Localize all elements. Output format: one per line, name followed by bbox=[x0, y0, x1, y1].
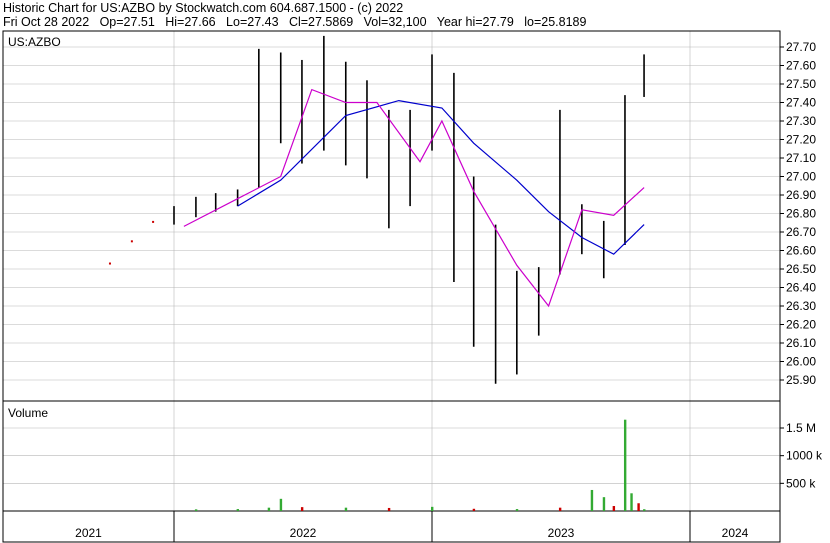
volume-bar bbox=[558, 507, 562, 511]
moving-average-short-line bbox=[183, 88, 645, 308]
price-panel-title: US:AZBO bbox=[8, 35, 61, 49]
price-y-axis: 27.70 27.60 27.50 27.40 27.30 27.20 27.10 27.00… bbox=[780, 40, 816, 387]
price-tick-label: 26.20 bbox=[786, 318, 816, 332]
volume-bar bbox=[590, 489, 594, 511]
volume-bar bbox=[267, 507, 271, 511]
price-bars bbox=[173, 35, 645, 384]
volume-bars bbox=[194, 419, 646, 511]
price-tick-label: 27.60 bbox=[786, 59, 816, 73]
volume-bar bbox=[236, 509, 240, 511]
volume-bar bbox=[194, 509, 198, 511]
volume-bar bbox=[344, 507, 348, 511]
year-label: 2022 bbox=[290, 526, 317, 540]
pre-history-dot bbox=[130, 240, 133, 243]
pre-history-dot bbox=[108, 262, 111, 265]
price-tick-label: 27.00 bbox=[786, 170, 816, 184]
volume-tick-label: 500 k bbox=[786, 476, 816, 490]
price-tick-label: 26.50 bbox=[786, 262, 816, 276]
price-tick-label: 27.70 bbox=[786, 40, 816, 54]
volume-bar bbox=[300, 507, 304, 511]
year-label: 2024 bbox=[722, 526, 749, 540]
pre-history-dot bbox=[152, 220, 155, 223]
time-axis: 2021 2022 2023 2024 bbox=[75, 511, 749, 542]
volume-bar bbox=[472, 508, 476, 511]
volume-tick-label: 1000 k bbox=[786, 449, 823, 463]
price-tick-label: 25.90 bbox=[786, 373, 816, 387]
volume-bar bbox=[515, 509, 519, 511]
volume-bar bbox=[643, 509, 646, 511]
volume-y-axis: 1.5 M 1000 k 500 k bbox=[780, 421, 823, 490]
volume-bar bbox=[602, 497, 606, 511]
volume-bar bbox=[630, 493, 633, 511]
volume-panel-title: Volume bbox=[8, 406, 48, 420]
price-tick-label: 27.30 bbox=[786, 114, 816, 128]
volume-bar bbox=[637, 503, 640, 511]
volume-bar bbox=[431, 506, 434, 511]
volume-panel-frame bbox=[2, 400, 781, 512]
price-tick-label: 26.30 bbox=[786, 299, 816, 313]
year-label: 2021 bbox=[75, 526, 102, 540]
volume-bar bbox=[623, 419, 627, 511]
year-label: 2023 bbox=[548, 526, 575, 540]
volume-bar bbox=[279, 498, 283, 511]
price-tick-label: 26.40 bbox=[786, 281, 816, 295]
price-tick-label: 26.90 bbox=[786, 188, 816, 202]
time-axis-frame bbox=[2, 510, 781, 543]
price-tick-label: 26.70 bbox=[786, 225, 816, 239]
price-tick-label: 26.10 bbox=[786, 336, 816, 350]
volume-tick-label: 1.5 M bbox=[786, 421, 816, 435]
price-tick-label: 26.00 bbox=[786, 355, 816, 369]
price-tick-label: 27.10 bbox=[786, 151, 816, 165]
stock-chart: US:AZBO Volume 27.70 27.60 27.50 27.40 27.30… bbox=[2, 30, 823, 543]
volume-bar bbox=[387, 507, 391, 511]
pre-history-dots bbox=[108, 220, 155, 265]
price-tick-label: 26.60 bbox=[786, 244, 816, 258]
price-tick-label: 27.40 bbox=[786, 96, 816, 110]
price-tick-label: 27.50 bbox=[786, 77, 816, 91]
price-tick-label: 26.80 bbox=[786, 207, 816, 221]
price-tick-label: 27.20 bbox=[786, 133, 816, 147]
volume-bar bbox=[612, 506, 616, 511]
price-panel-frame bbox=[2, 30, 781, 402]
